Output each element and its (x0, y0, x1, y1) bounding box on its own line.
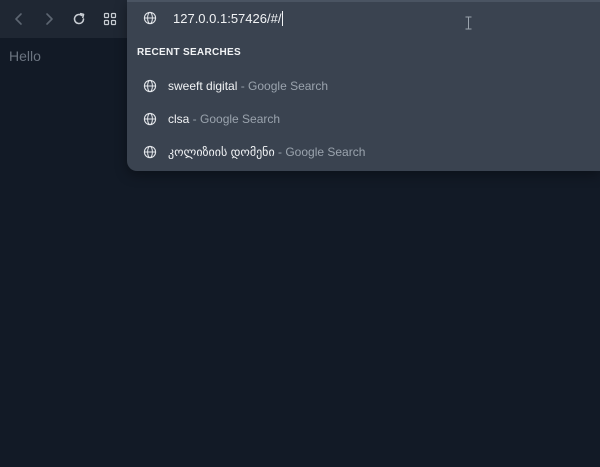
suggestion-engine: Google Search (285, 145, 366, 159)
globe-icon (143, 112, 157, 126)
suggestion-item[interactable]: sweeft digital - Google Search (127, 71, 600, 101)
suggestion-separator: - (237, 79, 249, 93)
back-button[interactable] (9, 9, 29, 29)
suggestion-text: კოლიზიის დომენი - Google Search (168, 145, 365, 159)
suggestion-separator: - (189, 112, 201, 126)
suggestion-engine: Google Search (200, 112, 281, 126)
apps-button[interactable] (100, 9, 120, 29)
suggestion-query: clsa (168, 112, 190, 126)
recent-searches-header: RECENT SEARCHES (137, 47, 241, 58)
suggestion-item[interactable]: კოლიზიის დომენი - Google Search (127, 137, 600, 167)
suggestion-query: sweeft digital (168, 79, 238, 93)
address-input[interactable]: 127.0.0.1:57426/#/ (173, 11, 284, 26)
reload-icon (73, 12, 85, 25)
omnibox-dropdown: 127.0.0.1:57426/#/ RECENT SEARCHES sweef… (127, 0, 600, 171)
reload-button[interactable] (69, 9, 89, 29)
page-content-text: Hello (9, 48, 41, 64)
chevron-right-icon (46, 13, 53, 25)
globe-icon (143, 11, 157, 25)
chevron-left-icon (15, 13, 22, 25)
text-caret (282, 11, 284, 26)
forward-button[interactable] (39, 9, 59, 29)
globe-icon (143, 145, 157, 159)
suggestion-query: კოლიზიის დომენი (168, 145, 275, 159)
suggestion-separator: - (274, 145, 286, 159)
suggestion-text: clsa - Google Search (168, 112, 280, 126)
globe-icon (143, 79, 157, 93)
address-url: 127.0.0.1:57426/#/ (173, 11, 282, 26)
ibeam-cursor-icon (465, 16, 472, 30)
browser-window: Hello 127.0.0.1:57426/#/ RECENT SEARCHES (0, 0, 600, 467)
suggestion-engine: Google Search (248, 79, 329, 93)
grid-icon (103, 12, 117, 26)
suggestion-item[interactable]: clsa - Google Search (127, 104, 600, 134)
suggestion-text: sweeft digital - Google Search (168, 79, 328, 93)
address-bar[interactable]: 127.0.0.1:57426/#/ (127, 4, 600, 34)
omnibox-border (127, 0, 600, 2)
